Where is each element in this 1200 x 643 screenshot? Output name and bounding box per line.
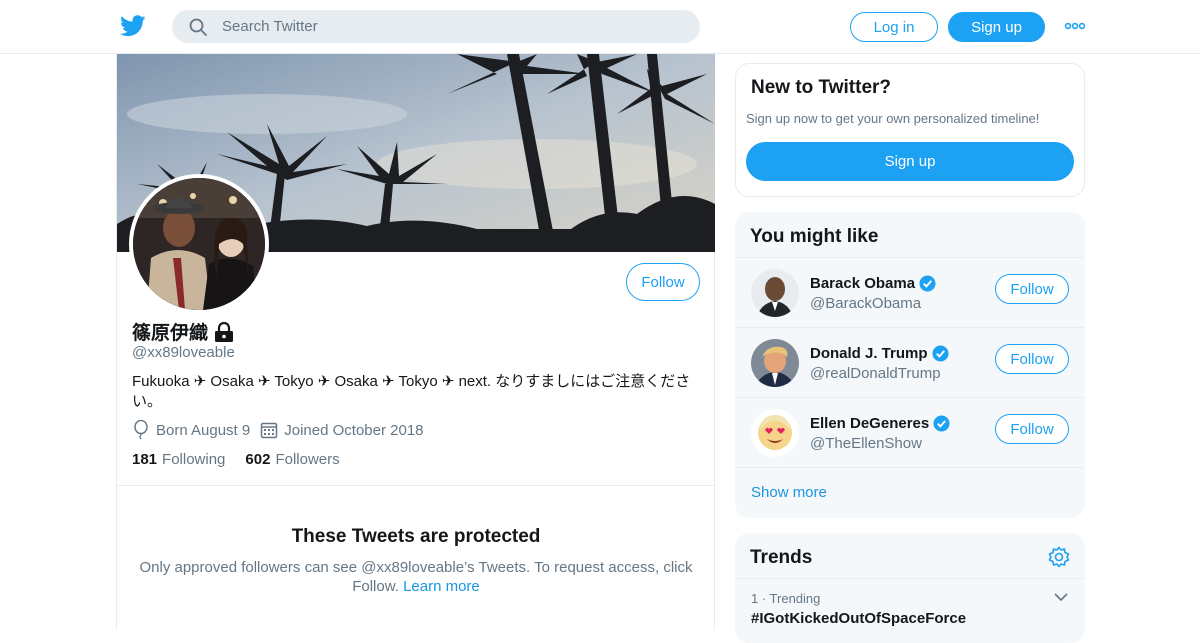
- joined-item: Joined October 2018: [260, 421, 424, 439]
- account-name-row: Donald J. Trump: [810, 345, 949, 362]
- avatar-photo: [751, 409, 799, 457]
- profile-avatar[interactable]: [129, 174, 269, 314]
- signup-card-button[interactable]: Sign up: [746, 142, 1074, 181]
- account-name: Ellen DeGeneres: [810, 415, 930, 432]
- search-box[interactable]: [172, 10, 700, 43]
- profile-column: Follow 篠原伊織 @xx89loveable Fukuoka ✈ Osak…: [116, 54, 715, 630]
- divider: [735, 467, 1085, 468]
- account-handle: @BarackObama: [810, 295, 922, 312]
- follow-button[interactable]: Follow: [995, 344, 1069, 374]
- search-icon: [189, 18, 207, 36]
- new-to-twitter-subtitle: Sign up now to get your own personalized…: [746, 111, 1040, 126]
- trend-meta: 1 · Trending: [751, 591, 821, 606]
- verified-icon: [933, 415, 950, 432]
- avatar-photo: [751, 339, 799, 387]
- search-input[interactable]: [222, 10, 682, 43]
- learn-more-link[interactable]: Learn more: [403, 578, 480, 595]
- calendar-icon: [260, 422, 278, 439]
- divider: [735, 578, 1085, 579]
- follow-button[interactable]: Follow: [995, 414, 1069, 444]
- follow-button[interactable]: Follow: [995, 274, 1069, 304]
- suggested-account[interactable]: Barack Obama @BarackObama Follow: [735, 258, 1085, 328]
- you-might-like-card: You might like Barack Obama @BarackObama…: [735, 212, 1085, 518]
- profile-handle: @xx89loveable: [132, 344, 235, 361]
- balloon-icon: [134, 420, 148, 440]
- account-name: Barack Obama: [810, 275, 916, 292]
- avatar[interactable]: [751, 409, 799, 457]
- avatar-photo: [133, 178, 265, 310]
- birthday-item: Born August 9: [132, 420, 250, 440]
- joined-text: Joined October 2018: [284, 421, 424, 439]
- avatar-photo: [751, 269, 799, 317]
- followers-stat[interactable]: 602 Followers: [245, 451, 339, 468]
- profile-meta: Born August 9 Joined October 2018: [132, 420, 434, 440]
- following-label: Following: [162, 451, 226, 468]
- show-more-link[interactable]: Show more: [751, 484, 827, 501]
- signup-button[interactable]: Sign up: [948, 12, 1045, 42]
- follow-button[interactable]: Follow: [626, 263, 700, 301]
- followers-count: 602: [245, 451, 271, 468]
- suggested-account[interactable]: Ellen DeGeneres @TheEllenShow Follow: [735, 398, 1085, 468]
- account-name-row: Barack Obama: [810, 275, 936, 292]
- new-to-twitter-card: New to Twitter? Sign up now to get your …: [735, 63, 1085, 197]
- account-name: Donald J. Trump: [810, 345, 928, 362]
- gear-icon[interactable]: [1048, 546, 1070, 568]
- you-might-like-title: You might like: [750, 226, 879, 247]
- trend-name[interactable]: #IGotKickedOutOfSpaceForce: [751, 610, 966, 627]
- more-dots-icon[interactable]: [1064, 20, 1086, 32]
- twitter-bird-icon[interactable]: [120, 14, 146, 38]
- avatar[interactable]: [751, 339, 799, 387]
- account-handle: @TheEllenShow: [810, 435, 922, 452]
- lock-icon: [215, 321, 234, 342]
- profile-bio: Fukuoka ✈ Osaka ✈ Tokyo ✈ Osaka ✈ Tokyo …: [132, 373, 691, 410]
- verified-icon: [919, 275, 936, 292]
- section-divider: [117, 485, 715, 486]
- verified-icon: [931, 345, 949, 362]
- top-bar: Log in Sign up: [0, 0, 1200, 54]
- protected-title: These Tweets are protected: [291, 526, 541, 547]
- trends-title: Trends: [750, 547, 813, 568]
- login-button[interactable]: Log in: [850, 12, 938, 42]
- account-name-row: Ellen DeGeneres: [810, 415, 950, 432]
- profile-name-row: 篠原伊織: [132, 318, 234, 345]
- following-count: 181: [132, 451, 158, 468]
- birthday-text: Born August 9: [156, 421, 251, 439]
- avatar[interactable]: [751, 269, 799, 317]
- protected-message: Only approved followers can see @xx89lov…: [132, 558, 700, 596]
- followers-label: Followers: [275, 451, 340, 468]
- profile-stats: 181 Following 602 Followers: [132, 451, 340, 468]
- following-stat[interactable]: 181 Following: [132, 451, 225, 468]
- trends-card: Trends 1 · Trending #IGotKickedOutOfSpac…: [735, 533, 1085, 643]
- chevron-down-icon[interactable]: [1053, 591, 1069, 603]
- new-to-twitter-title: New to Twitter?: [751, 77, 892, 98]
- profile-name: 篠原伊織: [132, 323, 209, 344]
- suggested-account[interactable]: Donald J. Trump @realDonaldTrump Follow: [735, 328, 1085, 398]
- account-handle: @realDonaldTrump: [810, 365, 941, 382]
